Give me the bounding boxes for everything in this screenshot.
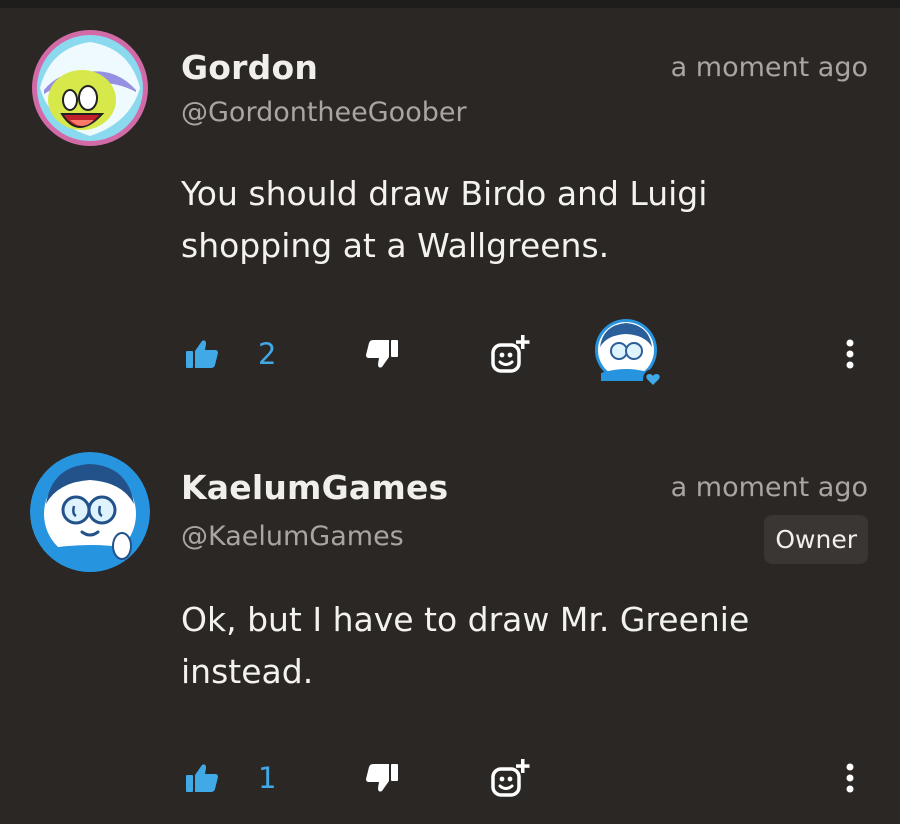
more-options-button[interactable] [830,738,870,818]
add-reaction-button[interactable] [486,738,534,818]
comment-text: Ok, but I have to draw Mr. Greenie inste… [181,600,750,691]
like-count: 2 [258,337,277,371]
comment-actions: 1 [0,738,900,818]
author-avatar[interactable] [30,28,150,148]
kaelum-avatar-icon [30,452,150,572]
comment-timestamp: a moment ago [670,52,868,83]
comment-author-handle[interactable]: @GordontheeGoober [181,97,467,128]
gordon-avatar-icon [32,30,148,146]
owner-badge: Owner [764,515,868,564]
comment-author-name[interactable]: Gordon [181,48,318,87]
comment-text: You should draw Birdo and Luigi shopping… [181,174,708,265]
dislike-button[interactable] [360,738,404,818]
like-button[interactable] [180,314,224,394]
more-options-button[interactable] [830,314,870,394]
dislike-button[interactable] [360,314,404,394]
more-vertical-icon [846,339,854,369]
author-avatar[interactable] [30,452,150,572]
comment-author-name[interactable]: KaelumGames [181,468,448,507]
add-reaction-icon [491,335,530,373]
thumbs-down-icon [366,764,398,792]
more-vertical-icon [846,763,854,793]
like-button[interactable] [180,738,224,818]
creator-heart-avatar-icon [595,319,663,389]
thumbs-up-icon [186,764,218,792]
comment-timestamp: a moment ago [670,472,868,503]
comment-author-handle[interactable]: @KaelumGames [181,521,404,552]
thumbs-up-icon [186,340,218,368]
like-count: 1 [258,761,277,795]
add-reaction-button[interactable] [486,314,534,394]
comment-item: Gordon @GordontheeGoober a moment ago Yo… [0,0,900,420]
creator-liked-indicator [593,317,665,389]
comment-item: KaelumGames @KaelumGames a moment ago Ow… [0,420,900,824]
comment-actions: 2 [0,314,900,394]
thumbs-down-icon [366,340,398,368]
add-reaction-icon [491,759,530,797]
